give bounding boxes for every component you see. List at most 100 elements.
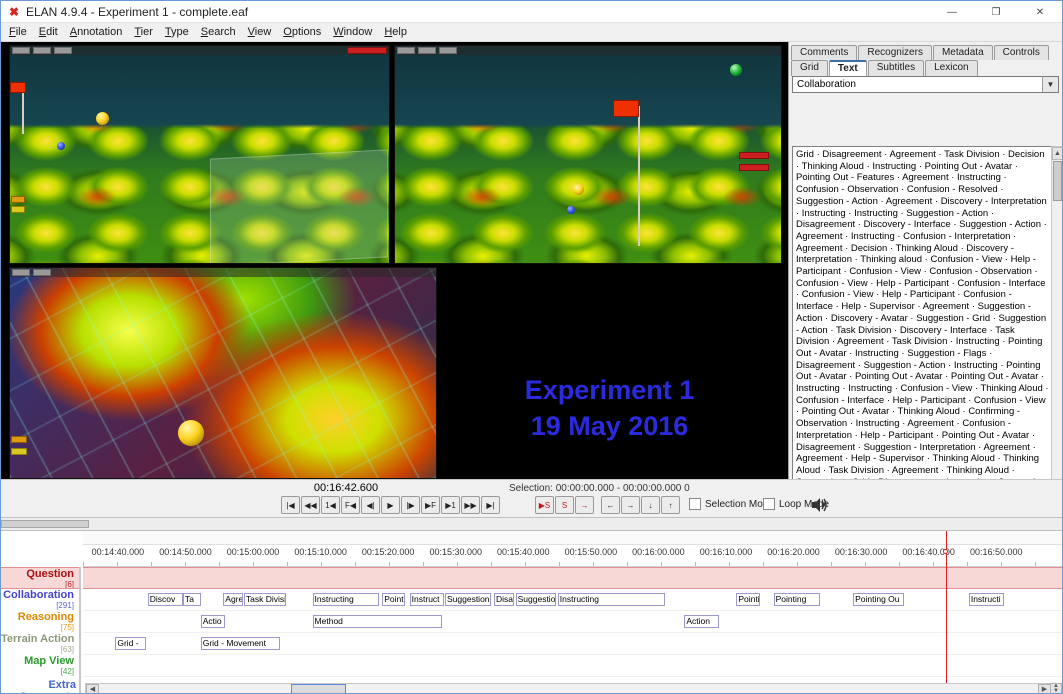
frame-forward-button[interactable]: ▶F [421,496,440,514]
loop-mode-checkbox[interactable] [763,498,775,510]
text-viewer-scrollbar[interactable]: ▲ ▼ [1051,146,1063,530]
video1-side-chip[interactable] [11,206,25,213]
tier-label-terrain-action[interactable]: Terrain Action[63] [1,633,79,655]
pixel-right-button[interactable]: |▶ [401,496,420,514]
play-selection-button[interactable]: ▶S [535,496,554,514]
annotation-segment[interactable]: Actio [201,615,226,628]
video-player-2[interactable] [394,45,782,264]
video2-control-chip[interactable] [397,47,415,54]
tab-text[interactable]: Text [829,60,867,76]
annotation-segment[interactable]: Pointi [736,593,760,606]
annotation-segment[interactable]: Grid - Movement [201,637,280,650]
go-to-end-button[interactable]: ▶| [481,496,500,514]
next-annotation-button[interactable]: → [621,496,640,514]
video1-control-chip[interactable] [12,47,30,54]
scroll-up-icon[interactable]: ▲ [1052,147,1063,160]
text-viewer[interactable]: Grid · Disagreement · Agreement · Task D… [792,146,1053,530]
second-left-button[interactable]: 1◀ [321,496,340,514]
tier-select-dropdown[interactable]: Collaboration ▼ [792,76,1059,93]
tab-comments[interactable]: Comments [791,45,857,60]
menu-search[interactable]: Search [195,24,242,40]
timeline-scrollbar-thumb[interactable] [291,684,346,694]
tab-metadata[interactable]: Metadata [933,45,993,60]
video2-red-button[interactable] [739,164,769,171]
annotation-segment[interactable]: Method [313,615,442,628]
annotation-segment[interactable]: Grid - [115,637,145,650]
tier-label-extra-comments[interactable]: Extra Comments [1,679,81,694]
annotation-segment[interactable]: Pointing [774,593,820,606]
annotation-segment[interactable]: Instructing [558,593,665,606]
video1-control-chip[interactable] [33,47,51,54]
second-right-button[interactable]: ▶1 [441,496,460,514]
toggle-selection-direction-button[interactable]: → [575,496,594,514]
video3-control-chip[interactable] [33,269,51,276]
previous-scrollview-button[interactable]: ◀◀ [301,496,320,514]
maximize-button[interactable]: ❐ [974,1,1018,23]
volume-icon[interactable] [811,497,829,513]
timeline-content[interactable]: 00:14:40.00000:14:50.00000:15:00.00000:1… [83,531,1063,694]
menu-file[interactable]: File [3,24,33,40]
video1-side-chip[interactable] [11,196,25,203]
video-player-1[interactable] [9,45,390,264]
annotation-segment[interactable]: Suggestio [516,593,556,606]
video2-red-button[interactable] [739,152,769,159]
playhead[interactable] [946,531,947,683]
go-to-begin-button[interactable]: |◀ [281,496,300,514]
video3-side-chip[interactable] [11,436,27,443]
menu-help[interactable]: Help [378,24,413,40]
annotation-segment[interactable]: Ta [183,593,201,606]
annotation-up-button[interactable]: ↑ [661,496,680,514]
menu-window[interactable]: Window [327,24,378,40]
video1-red-button[interactable] [347,47,387,54]
menu-options[interactable]: Options [277,24,327,40]
scroll-left-icon[interactable]: ◀ [86,684,99,694]
tier-label-collaboration[interactable]: Collaboration[291] [1,589,79,611]
annotation-segment[interactable]: Task Divisi [244,593,286,606]
annotation-segment[interactable]: Suggestion [445,593,491,606]
scrollbar-thumb[interactable] [1053,161,1062,201]
tier-label-map-view[interactable]: Map View[42] [1,655,79,677]
annotation-segment[interactable]: Instructing [313,593,380,606]
video2-control-chip[interactable] [439,47,457,54]
menu-annotation[interactable]: Annotation [64,24,129,40]
splitter-handle[interactable] [1,520,89,528]
video3-side-chip[interactable] [11,448,27,455]
next-scrollview-button[interactable]: ▶▶ [461,496,480,514]
pane-splitter[interactable] [1,517,1062,531]
play-pause-button[interactable]: ▶ [381,496,400,514]
tier-label-reasoning[interactable]: Reasoning[75] [1,611,79,633]
annotation-segment[interactable]: Disa [494,593,514,606]
tab-controls[interactable]: Controls [994,45,1049,60]
selection-mode-toggle[interactable]: Selection Mode [689,498,774,510]
menu-type[interactable]: Type [159,24,195,40]
tab-grid[interactable]: Grid [791,60,828,76]
previous-annotation-button[interactable]: ← [601,496,620,514]
timeline-corner-buttons[interactable]: ▲▼ [1050,683,1062,694]
menu-view[interactable]: View [242,24,278,40]
video-player-3[interactable] [9,267,437,479]
menu-tier[interactable]: Tier [128,24,159,40]
tab-lexicon[interactable]: Lexicon [925,60,977,76]
timeline-horizontal-scrollbar[interactable]: ◀ ▶ [85,683,1052,694]
chevron-down-icon[interactable]: ▼ [1042,77,1058,92]
video3-control-chip[interactable] [12,269,30,276]
minimize-button[interactable]: — [930,1,974,23]
clear-selection-button[interactable]: S [555,496,574,514]
timeline-ruler[interactable]: 00:14:40.00000:14:50.00000:15:00.00000:1… [83,545,1063,567]
menu-edit[interactable]: Edit [33,24,64,40]
annotation-segment[interactable]: Pointi [382,593,405,606]
video2-control-chip[interactable] [418,47,436,54]
selection-mode-checkbox[interactable] [689,498,701,510]
annotation-segment[interactable]: Pointing Ou [853,593,904,606]
pixel-left-button[interactable]: ◀| [361,496,380,514]
tab-recognizers[interactable]: Recognizers [858,45,932,60]
annotation-segment[interactable]: Agre [223,593,243,606]
annotation-segment[interactable]: Action [684,615,718,628]
annotation-segment[interactable]: Instructi [969,593,1004,606]
annotation-segment[interactable]: Instruct [410,593,444,606]
video1-control-chip[interactable] [54,47,72,54]
annotation-down-button[interactable]: ↓ [641,496,660,514]
frame-backward-button[interactable]: F◀ [341,496,360,514]
annotation-segment[interactable]: Discov [148,593,183,606]
close-button[interactable]: ✕ [1018,1,1062,23]
